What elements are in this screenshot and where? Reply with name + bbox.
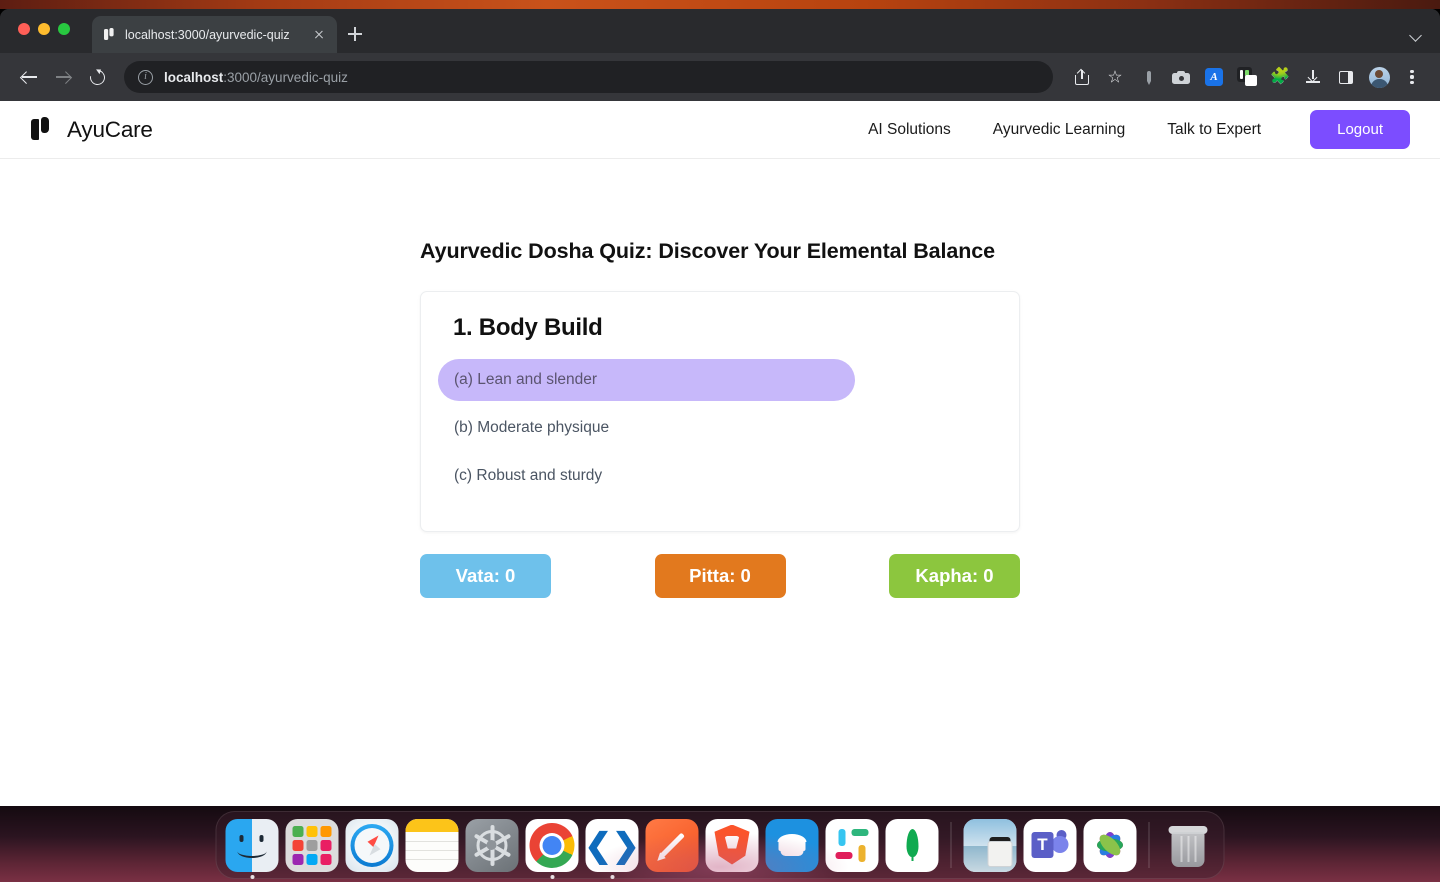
copy-extension-icon[interactable] [1233, 63, 1261, 91]
window-traffic-lights [18, 23, 70, 35]
dock-item-google-chrome[interactable] [525, 818, 579, 879]
dock-item-docker[interactable] [765, 818, 819, 872]
grammar-extension-icon[interactable]: A [1200, 63, 1228, 91]
trash-icon [1162, 819, 1215, 872]
arrow-left-icon [21, 70, 37, 85]
minimize-window-button[interactable] [38, 23, 50, 35]
desktop-wallpaper-bottom: ❮❯ T [0, 806, 1440, 882]
notes-icon [405, 818, 459, 872]
dock-item-mongodb-compass[interactable] [885, 818, 939, 872]
brand-name: AyuCare [67, 116, 153, 142]
page-viewport: AyuCare AI Solutions Ayurvedic Learning … [0, 101, 1440, 806]
preview-icon [963, 818, 1017, 872]
score-row: Vata: 0 Pitta: 0 Kapha: 0 [420, 554, 1020, 598]
share-icon[interactable] [1068, 63, 1096, 91]
new-tab-button[interactable] [344, 23, 366, 45]
dock-item-microsoft-teams[interactable]: T [1023, 818, 1077, 872]
finder-icon [225, 818, 279, 872]
maximize-window-button[interactable] [58, 23, 70, 35]
google-chrome-icon [525, 818, 579, 872]
score-badge-kapha[interactable]: Kapha: 0 [889, 554, 1020, 598]
dock-running-dot [250, 874, 254, 879]
ayucare-logo-icon [102, 27, 117, 42]
dock-item-visual-studio-code[interactable]: ❮❯ [585, 818, 639, 879]
dock-item-notes[interactable] [405, 818, 459, 872]
address-bar-url: localhost:3000/ayurvedic-quiz [164, 70, 348, 85]
back-button[interactable] [14, 62, 44, 92]
reload-button[interactable] [82, 62, 112, 92]
dock-item-system-settings[interactable] [465, 818, 519, 872]
dock-item-finder[interactable] [225, 818, 279, 879]
browser-tab-strip: localhost:3000/ayurvedic-quiz [0, 9, 1440, 53]
site-nav: AI Solutions Ayurvedic Learning Talk to … [847, 110, 1410, 149]
site-header: AyuCare AI Solutions Ayurvedic Learning … [0, 101, 1440, 159]
dock-separator [950, 822, 952, 868]
quiz-option-b[interactable]: (b) Moderate physique [438, 407, 855, 449]
brave-browser-icon [705, 818, 759, 872]
dock-item-safari[interactable] [345, 818, 399, 872]
dock-item-photos[interactable] [1083, 818, 1137, 872]
nav-link-ai-solutions[interactable]: AI Solutions [847, 121, 972, 139]
macos-dock: ❮❯ T [215, 811, 1225, 879]
address-bar-host: localhost [164, 69, 224, 85]
dock-item-launchpad[interactable] [285, 818, 339, 872]
microsoft-teams-icon: T [1023, 818, 1077, 872]
nav-link-ayurvedic-learning[interactable]: Ayurvedic Learning [972, 121, 1146, 139]
launchpad-icon [285, 818, 339, 872]
quiz-card: 1. Body Build (a) Lean and slender (b) M… [420, 291, 1020, 532]
quiz-option-a[interactable]: (a) Lean and slender [438, 359, 855, 401]
dock-item-slack[interactable] [825, 818, 879, 872]
safari-icon [345, 818, 399, 872]
question-text: 1. Body Build [453, 314, 603, 341]
browser-tab-title: localhost:3000/ayurvedic-quiz [125, 27, 290, 42]
main-content: Ayurvedic Dosha Quiz: Discover Your Elem… [0, 159, 1440, 598]
dock-running-dot [550, 874, 554, 879]
dock-running-dot [610, 874, 614, 879]
visual-studio-code-icon: ❮❯ [585, 818, 639, 872]
extensions-puzzle-icon[interactable]: 🧩 [1266, 63, 1294, 91]
brand[interactable]: AyuCare [30, 117, 153, 143]
score-badge-pitta[interactable]: Pitta: 0 [654, 554, 786, 598]
close-window-button[interactable] [18, 23, 30, 35]
kebab-menu-icon[interactable] [1398, 63, 1426, 91]
browser-tab[interactable]: localhost:3000/ayurvedic-quiz [92, 16, 337, 53]
slack-icon [825, 818, 879, 872]
desktop-wallpaper-top [0, 0, 1440, 9]
nav-link-talk-to-expert[interactable]: Talk to Expert [1146, 121, 1282, 139]
dock-separator [1148, 822, 1150, 868]
pen-app-icon [645, 818, 699, 872]
download-icon[interactable] [1299, 63, 1327, 91]
arrow-right-icon [56, 70, 71, 85]
reload-icon [86, 66, 108, 88]
docker-icon [765, 818, 819, 872]
dock-item-preview[interactable] [963, 818, 1017, 872]
browser-window: localhost:3000/ayurvedic-quiz localhost:… [0, 9, 1440, 806]
chevron-down-icon[interactable] [1411, 31, 1422, 42]
score-badge-vata[interactable]: Vata: 0 [420, 554, 551, 598]
profile-avatar[interactable] [1365, 63, 1393, 91]
dock-item-brave-browser[interactable] [705, 818, 759, 872]
dock-item-trash[interactable] [1162, 819, 1215, 872]
browser-toolbar: localhost:3000/ayurvedic-quiz ☆ A 🧩 [0, 53, 1440, 101]
logout-button[interactable]: Logout [1310, 110, 1410, 149]
forward-button[interactable] [48, 62, 78, 92]
address-bar[interactable]: localhost:3000/ayurvedic-quiz [124, 61, 1053, 93]
info-circle-icon[interactable] [138, 69, 153, 85]
camera-icon[interactable] [1167, 63, 1195, 91]
mongodb-compass-icon [885, 818, 939, 872]
dock-item-pen-app[interactable] [645, 818, 699, 872]
pen-icon[interactable] [1134, 63, 1162, 91]
ayucare-logo-icon [30, 117, 54, 142]
bookmark-star-icon[interactable]: ☆ [1101, 63, 1129, 91]
system-settings-icon [465, 818, 519, 872]
page-title: Ayurvedic Dosha Quiz: Discover Your Elem… [420, 239, 996, 263]
close-icon[interactable] [310, 26, 327, 43]
address-bar-path: :3000/ayurvedic-quiz [223, 69, 348, 85]
quiz-option-c[interactable]: (c) Robust and sturdy [438, 455, 855, 497]
photos-icon [1083, 818, 1137, 872]
sidebar-icon[interactable] [1332, 63, 1360, 91]
